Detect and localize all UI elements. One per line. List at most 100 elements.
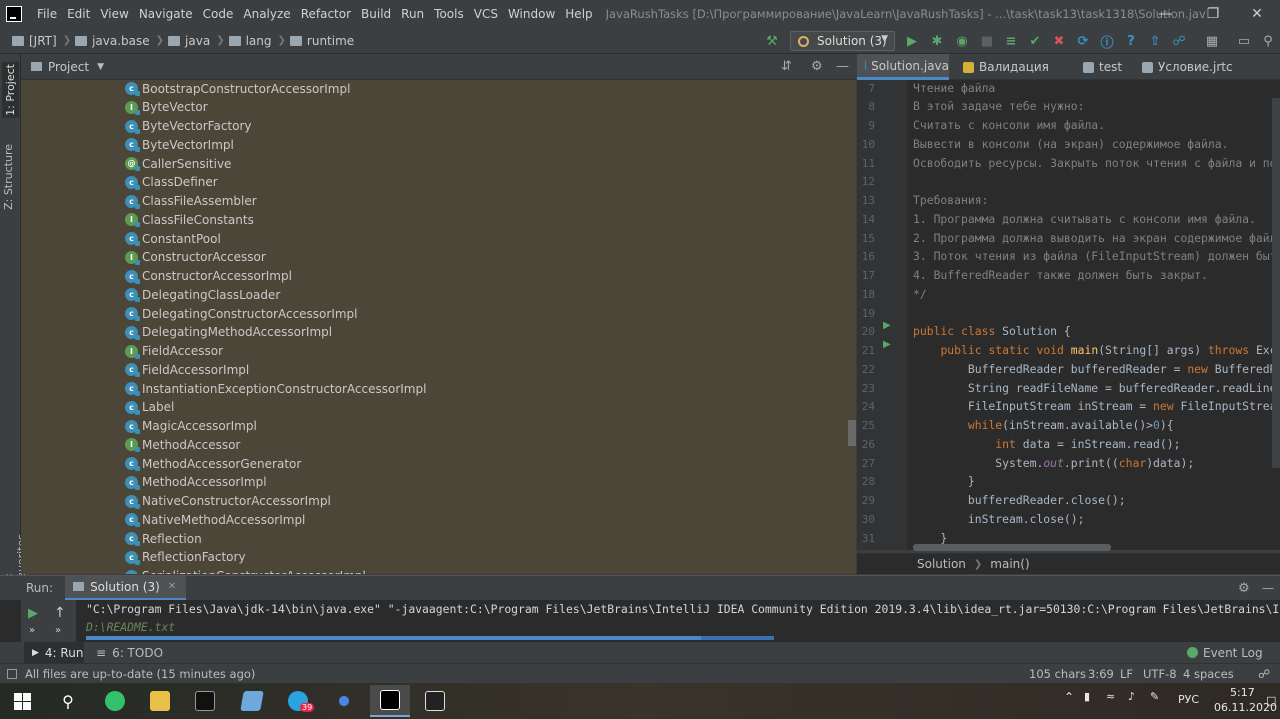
notifications-icon[interactable]: □ (1266, 694, 1276, 707)
tree-item[interactable]: c ConstructorAccessorImpl (125, 267, 292, 286)
tree-item[interactable]: I ByteVector (125, 98, 208, 117)
close-icon[interactable]: ✕ (1234, 0, 1280, 28)
tree-item[interactable]: c ConstantPool (125, 229, 221, 248)
windows-start-icon[interactable] (2, 685, 42, 717)
refresh-icon[interactable]: ⟳ (1075, 33, 1091, 49)
tree-item[interactable]: c InstantiationExceptionConstructorAccess… (125, 379, 426, 398)
menu-edit[interactable]: Edit (62, 0, 95, 28)
search-icon[interactable]: ⚲ (1260, 33, 1276, 49)
chevron-down-icon[interactable]: ▼ (97, 62, 104, 72)
status-position[interactable]: 3:69 (1088, 667, 1114, 681)
tree-item[interactable]: I MethodAccessor (125, 435, 240, 454)
language-indicator[interactable]: РУС (1178, 693, 1199, 706)
menu-analyze[interactable]: Analyze (238, 0, 295, 28)
run-tab[interactable]: Solution (3) ✕ (65, 575, 187, 601)
gear-icon[interactable]: ⚙ (811, 59, 823, 74)
tree-item[interactable]: c ByteVectorFactory (125, 117, 252, 136)
terminal-icon[interactable] (185, 685, 225, 717)
menu-vcs[interactable]: VCS (469, 0, 503, 28)
menu-help[interactable]: Help (560, 0, 597, 28)
run-gutter-icon[interactable]: ▶ (883, 320, 891, 331)
run-icon[interactable]: ▶ (904, 33, 920, 49)
tree-item[interactable]: I ConstructorAccessor (125, 248, 266, 267)
tab-event-log[interactable]: Event Log (1187, 642, 1263, 663)
pen-icon[interactable]: ✎ (1150, 690, 1159, 703)
menu-file[interactable]: File (32, 0, 62, 28)
chevron-up-icon[interactable]: ⌃ (1064, 690, 1074, 704)
tree-item[interactable]: c ClassDefiner (125, 173, 218, 192)
status-encoding[interactable]: UTF-8 (1143, 667, 1177, 681)
file-explorer-icon[interactable] (140, 685, 180, 717)
tab-test[interactable]: test (1079, 54, 1139, 80)
volume-icon[interactable]: ♪ (1128, 690, 1135, 703)
hide-panel-icon[interactable]: — (836, 59, 849, 74)
arrow-up-icon[interactable]: ↑ (54, 605, 66, 621)
window-icon[interactable]: ▭ (1236, 33, 1252, 49)
telegram-icon[interactable]: 39 (278, 685, 318, 717)
intellij-taskbar-icon[interactable] (370, 685, 410, 717)
battery-icon[interactable]: ▮ (1084, 690, 1090, 703)
share-icon[interactable]: ☍ (1171, 33, 1187, 49)
project-tool-tab[interactable]: 1: Project (2, 62, 19, 118)
tree-item[interactable]: c MagicAccessorImpl (125, 417, 257, 436)
info-icon[interactable]: ⓘ (1099, 33, 1115, 51)
tree-item[interactable]: c BootstrapConstructorAccessorImpl (125, 80, 350, 98)
status-indent[interactable]: 4 spaces (1183, 667, 1234, 681)
menu-window[interactable]: Window (503, 0, 560, 28)
debug-icon[interactable]: ✱ (929, 33, 945, 49)
wifi-icon[interactable]: ≈ (1106, 690, 1115, 703)
app-green-icon[interactable] (95, 685, 135, 717)
tree-item[interactable]: I FieldAccessor (125, 342, 223, 361)
tree-item[interactable]: c DelegatingMethodAccessorImpl (125, 323, 332, 342)
menu-view[interactable]: View (95, 0, 133, 28)
search-icon[interactable]: ⚲ (48, 685, 88, 717)
tree-item[interactable]: c ReflectionFactory (125, 548, 246, 567)
tree-item[interactable]: c MethodAccessorGenerator (125, 454, 301, 473)
structure-tool-tab[interactable]: Z: Structure (2, 144, 15, 210)
gear-icon[interactable]: ⚙ (1238, 581, 1250, 596)
tree-item[interactable]: c NativeMethodAccessorImpl (125, 510, 305, 529)
tab-solution-java[interactable]: Solution.java (857, 54, 949, 80)
tree-item[interactable]: c FieldAccessorImpl (125, 360, 249, 379)
more-icon[interactable]: » (29, 625, 35, 636)
nav-crumb[interactable]: java.base ❯ (75, 34, 164, 48)
close-icon[interactable]: ✕ (168, 581, 176, 592)
hide-panel-icon[interactable]: — (1262, 581, 1274, 595)
nav-crumb[interactable]: [JRT] ❯ (12, 34, 71, 48)
tree-item[interactable]: c ByteVectorImpl (125, 135, 234, 154)
menu-refactor[interactable]: Refactor (296, 0, 356, 28)
tool-icon[interactable]: ✖ (1051, 33, 1067, 49)
menu-navigate[interactable]: Navigate (134, 0, 198, 28)
editor-scrollbar[interactable] (1272, 98, 1280, 468)
build-hammer-icon[interactable]: ⚒ (764, 33, 780, 49)
clock-time[interactable]: 5:17 (1230, 686, 1255, 699)
tree-item[interactable]: c ClassFileAssembler (125, 192, 257, 211)
menu-build[interactable]: Build (356, 0, 396, 28)
tab-condition[interactable]: Условие.jrtc (1142, 54, 1262, 80)
photos-icon[interactable] (415, 685, 455, 717)
list-icon[interactable]: ≡ (1003, 33, 1019, 49)
menu-code[interactable]: Code (198, 0, 239, 28)
tree-item[interactable]: c NativeConstructorAccessorImpl (125, 492, 331, 511)
status-line-separator[interactable]: LF (1120, 667, 1133, 681)
tree-item[interactable]: c Label (125, 398, 174, 417)
toggle-tool-windows-icon[interactable] (7, 668, 17, 679)
stop-icon[interactable]: ■ (979, 33, 995, 49)
code-editor[interactable]: Чтение файла В этой задаче тебе нужно: Счи… (907, 80, 1280, 550)
tab-todo[interactable]: ≡ 6: TODO (96, 642, 163, 663)
tree-item[interactable]: @ CallerSensitive (125, 154, 231, 173)
chrome-icon[interactable] (324, 685, 364, 717)
editor-horizontal-scrollbar[interactable] (913, 544, 1111, 551)
project-panel-title[interactable]: Project (48, 60, 89, 74)
notes-icon[interactable] (232, 685, 272, 717)
tree-item[interactable]: c SerializationConstructorAccessorImpl (125, 567, 366, 574)
upload-icon[interactable]: ⇧ (1147, 33, 1163, 49)
run-configuration-select[interactable]: Solution (3) ▼ (790, 31, 895, 51)
tree-item[interactable]: I ClassFileConstants (125, 210, 254, 229)
tree-item[interactable]: c Reflection (125, 529, 202, 548)
tree-item[interactable]: c DelegatingClassLoader (125, 285, 280, 304)
more-icon[interactable]: » (55, 625, 61, 636)
nav-crumb[interactable]: lang ❯ (228, 34, 286, 48)
project-structure-icon[interactable]: ▦ (1204, 33, 1220, 49)
breadcrumb-method[interactable]: main() (990, 557, 1029, 571)
